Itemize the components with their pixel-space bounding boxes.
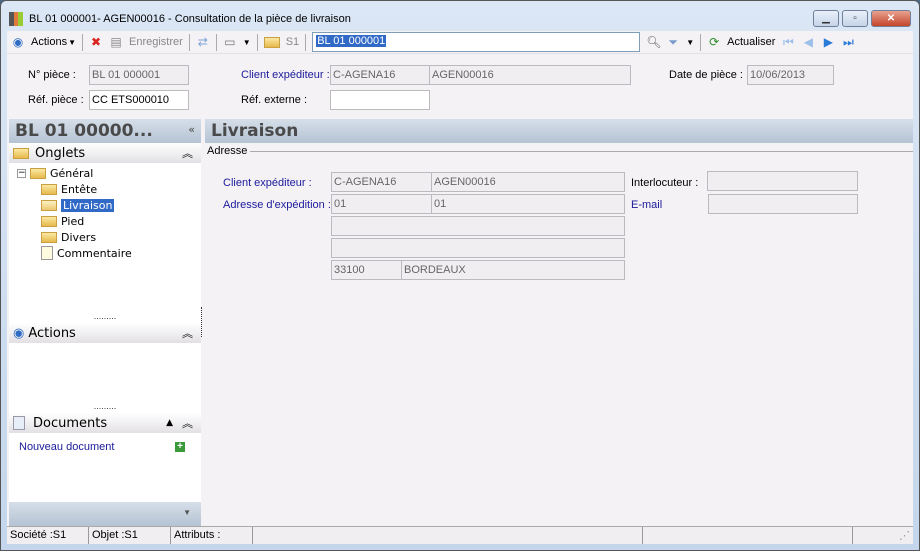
search-input[interactable]: BL 01 000001 (312, 32, 641, 52)
open-folder-icon (41, 199, 57, 211)
tree-item-pied[interactable]: Pied (61, 215, 84, 228)
tabs-section-title: Onglets (35, 145, 86, 161)
print-icon[interactable]: ▭ (223, 35, 237, 49)
splitter[interactable]: ......... (9, 402, 201, 413)
previous-icon[interactable]: ◀ (801, 35, 815, 49)
app-icon (9, 12, 24, 26)
email-link[interactable]: E-mail (631, 199, 662, 211)
status-bar: Société :S1 Objet :S1 Attributs : ⋰ (7, 526, 913, 544)
search-icon[interactable]: 🔍︎ (646, 35, 661, 49)
window-title: BL 01 000001- AGEN00016 - Consultation d… (29, 13, 351, 25)
folder-icon[interactable] (263, 36, 280, 48)
status-company: Société :S1 (7, 527, 89, 544)
contact-field (707, 171, 858, 191)
contact-label: Interlocuteur : (631, 177, 699, 189)
actions-icon: ◉ (12, 35, 24, 49)
save-button[interactable]: Enregistrer (129, 36, 183, 48)
maximize-button[interactable]: ▫ (842, 10, 868, 27)
client-code-field: C-AGENA16 (331, 172, 432, 192)
actions-section-title: Actions (28, 325, 76, 341)
actions-icon: ◉ (13, 325, 25, 341)
collapse-panel-icon[interactable]: « (188, 123, 195, 136)
address-line1-field (331, 216, 625, 236)
date-label: Date de pièce : (669, 69, 743, 81)
document-icon (41, 246, 53, 260)
delete-icon[interactable]: ✖ (89, 35, 103, 49)
tree-item-commentaire[interactable]: Commentaire (57, 247, 132, 260)
save-icon: ▤ (110, 35, 122, 49)
tree-item-general[interactable]: Général (50, 167, 93, 180)
sync-icon[interactable]: ⇄ (196, 35, 210, 49)
add-icon[interactable]: + (175, 442, 185, 452)
up-icon[interactable]: ▲ (166, 418, 173, 428)
date-field: 10/06/2013 (747, 65, 834, 85)
address-code-field: 01 (331, 194, 432, 214)
client-name-field: AGEN00016 (429, 65, 631, 85)
collapse-tabs-icon[interactable]: ︽ (182, 145, 193, 161)
main-panel: Livraison Adresse Client expéditeur : C-… (205, 119, 913, 526)
client-link[interactable]: Client expéditeur : (223, 177, 312, 189)
refext-field[interactable] (330, 90, 430, 110)
address-name-field: 01 (431, 194, 625, 214)
client-name-field: AGEN00016 (431, 172, 625, 192)
filter-icon[interactable]: ⏷ (666, 35, 680, 49)
next-icon[interactable]: ▶ (821, 35, 835, 49)
first-icon[interactable]: ⏮ (781, 35, 795, 49)
ref-field[interactable]: CC ETS000010 (89, 90, 189, 110)
title-bar: BL 01 000001- AGEN00016 - Consultation d… (9, 9, 351, 29)
client-link[interactable]: Client expéditeur : (241, 69, 330, 81)
num-label: N° pièce : (28, 69, 76, 81)
num-field: BL 01 000001 (89, 65, 189, 85)
splitter[interactable]: ......... (9, 312, 201, 323)
tabs-tree: − Général Entête Livraison Pied Divers Co… (9, 163, 201, 261)
folder-label: S1 (285, 36, 300, 48)
ref-label: Réf. pièce : (28, 94, 84, 106)
folder-icon (41, 231, 57, 243)
client-code-field: C-AGENA16 (330, 65, 430, 85)
folder-icon (41, 183, 57, 195)
folder-icon (30, 167, 46, 179)
resize-grip[interactable]: ⋰ (853, 527, 913, 544)
tree-item-livraison[interactable]: Livraison (61, 198, 115, 212)
status-attributes: Attributs : (171, 527, 253, 544)
vertical-splitter[interactable] (201, 307, 202, 337)
close-button[interactable]: ✕ (871, 10, 911, 27)
collapse-actions-icon[interactable]: ︽ (182, 325, 193, 341)
tree-item-divers[interactable]: Divers (61, 231, 96, 244)
tabs-folder-icon (13, 147, 29, 159)
status-object: Objet :S1 (89, 527, 171, 544)
refext-label: Réf. externe : (241, 94, 308, 106)
city-field: BORDEAUX (401, 260, 625, 280)
address-link[interactable]: Adresse d'expédition : (223, 199, 331, 211)
filter-dropdown[interactable]: ▼ (686, 38, 694, 47)
main-title: Livraison (205, 119, 913, 143)
print-dropdown[interactable]: ▼ (243, 38, 251, 47)
toolbar: ◉ Actions ▼ ✖ ▤ Enregistrer ⇄ ▭ ▼ S1 BL 01… (7, 31, 913, 54)
group-title: Adresse (207, 145, 248, 157)
refresh-button[interactable]: Actualiser (727, 36, 775, 48)
refresh-icon: ⟳ (709, 35, 720, 49)
panel-title: BL 01 00000... (15, 121, 153, 141)
minimize-button[interactable]: ▁ (813, 10, 839, 27)
address-line2-field (331, 238, 625, 258)
expand-icon[interactable]: − (17, 168, 26, 178)
actions-menu[interactable]: Actions (31, 36, 67, 48)
window: BL 01 000001- AGEN00016 - Consultation d… (0, 0, 920, 551)
tree-item-entete[interactable]: Entête (61, 183, 97, 196)
left-panel: BL 01 00000... « Onglets ︽ − Général Entête… (9, 119, 201, 526)
email-field (708, 194, 858, 214)
collapse-documents-icon[interactable]: ︽ (182, 415, 193, 431)
documents-icon (13, 416, 25, 430)
new-document-link[interactable]: Nouveau document (19, 441, 114, 453)
panel-footer-dropdown[interactable]: ▼ (9, 502, 201, 526)
documents-section-title: Documents (33, 415, 108, 431)
last-icon[interactable]: ⏭ (841, 35, 855, 49)
zip-field: 33100 (331, 260, 402, 280)
folder-icon (41, 215, 57, 227)
